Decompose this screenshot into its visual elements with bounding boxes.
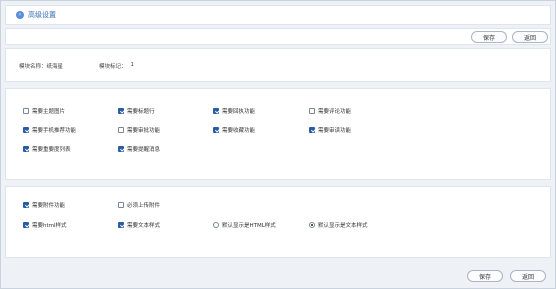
feature-label: 需要标题行 [127, 109, 155, 115]
need-text-checkbox[interactable] [118, 222, 124, 228]
feature-checkbox[interactable] [213, 108, 219, 114]
feature-label: 需要重要度列表 [32, 147, 71, 153]
feature-checkbox[interactable] [23, 108, 29, 114]
need-attachment-label: 需要附件功能 [32, 203, 66, 209]
module-tag-label: 模块标记： [99, 64, 127, 70]
top-toolbar [5, 28, 551, 45]
back-button-top[interactable]: 返回 [512, 31, 548, 43]
circle-arrow-icon: › [16, 11, 24, 19]
feature-checkbox[interactable] [23, 146, 29, 152]
feature-checkbox[interactable] [213, 127, 219, 133]
need-text-option[interactable]: 需要文本样式 [118, 221, 160, 229]
feature-label: 需要提醒消息 [127, 147, 161, 153]
feature-option[interactable]: 需要审批功能 [118, 126, 160, 134]
default-text-radio[interactable] [309, 222, 315, 228]
default-text-label: 默认显示是文本样式 [318, 223, 368, 229]
feature-checkbox[interactable] [118, 146, 124, 152]
feature-checkbox[interactable] [309, 108, 315, 114]
feature-option[interactable]: 需要评论功能 [309, 107, 351, 115]
must-upload-label: 必须上传附件 [127, 203, 161, 209]
need-html-option[interactable]: 需要html样式 [23, 221, 67, 229]
default-html-label: 默认显示是HTML样式 [222, 223, 276, 229]
feature-checkbox[interactable] [118, 127, 124, 133]
default-html-option[interactable]: 默认显示是HTML样式 [213, 221, 276, 229]
feature-label: 需要手机推荐功能 [32, 128, 77, 134]
feature-label: 需要主题图片 [32, 109, 66, 115]
module-name-label: 模块名称： [19, 64, 47, 70]
must-upload-option[interactable]: 必须上传附件 [118, 201, 160, 209]
need-html-label: 需要html样式 [32, 223, 67, 229]
feature-label: 需要评论功能 [318, 109, 352, 115]
feature-label: 需要审批功能 [127, 128, 161, 134]
feature-label: 需要审读功能 [318, 128, 352, 134]
save-button-top[interactable]: 保存 [471, 31, 507, 43]
feature-option[interactable]: 需要重要度列表 [23, 145, 71, 153]
feature-checkbox[interactable] [118, 108, 124, 114]
default-html-radio[interactable] [213, 222, 219, 228]
app-frame: › 高级设置 保存 返回 模块名称： 纸海星 模块标记： 1 需要主题图片 需要标… [0, 0, 556, 289]
feature-option[interactable]: 需要提醒消息 [118, 145, 160, 153]
module-tag-value: 1 [130, 62, 135, 68]
feature-option[interactable]: 需要审读功能 [309, 126, 351, 134]
must-upload-checkbox[interactable] [118, 202, 124, 208]
feature-option[interactable]: 需要手机推荐功能 [23, 126, 76, 134]
need-attachment-option[interactable]: 需要附件功能 [23, 201, 65, 209]
page-header: › 高级设置 [5, 5, 551, 25]
module-name-value: 纸海星 [46, 64, 64, 70]
feature-option[interactable]: 需要回执功能 [213, 107, 255, 115]
page-title: 高级设置 [28, 11, 56, 19]
feature-option[interactable]: 需要收藏功能 [213, 126, 255, 134]
feature-option[interactable]: 需要标题行 [118, 107, 155, 115]
feature-label: 需要收藏功能 [222, 128, 256, 134]
module-info-row: 模块名称： 纸海星 模块标记： 1 [19, 62, 134, 70]
feature-checkbox[interactable] [309, 127, 315, 133]
back-button-bottom[interactable]: 返回 [510, 270, 546, 282]
default-text-option[interactable]: 默认显示是文本样式 [309, 221, 368, 229]
need-attachment-checkbox[interactable] [23, 202, 29, 208]
features-panel [5, 88, 551, 180]
feature-checkbox[interactable] [23, 127, 29, 133]
save-button-bottom[interactable]: 保存 [467, 270, 503, 282]
need-text-label: 需要文本样式 [127, 223, 161, 229]
attachments-panel [5, 186, 551, 258]
feature-option[interactable]: 需要主题图片 [23, 107, 65, 115]
feature-label: 需要回执功能 [222, 109, 256, 115]
need-html-checkbox[interactable] [23, 222, 29, 228]
